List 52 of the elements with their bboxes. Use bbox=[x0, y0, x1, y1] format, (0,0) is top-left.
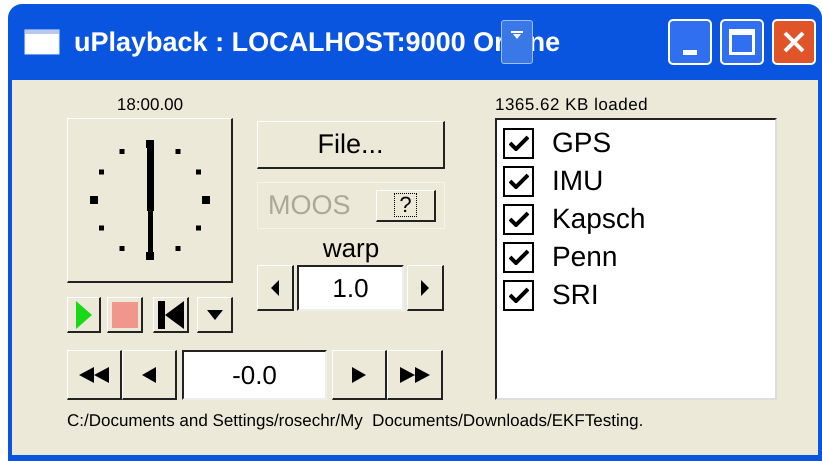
left-arrow-icon bbox=[142, 366, 156, 382]
left-arrow-icon bbox=[271, 280, 279, 296]
clock-time: 18:00.00 bbox=[116, 94, 184, 116]
right-arrow-icon bbox=[421, 280, 429, 296]
check-icon bbox=[508, 287, 528, 303]
checkbox[interactable] bbox=[503, 128, 534, 158]
check-icon bbox=[508, 249, 528, 265]
rewind-to-start-button[interactable] bbox=[153, 297, 189, 333]
warp-label: warp bbox=[322, 232, 380, 265]
window-icon bbox=[24, 29, 60, 55]
skip-back-icon bbox=[158, 300, 184, 328]
maximize-icon bbox=[729, 29, 755, 55]
stop-button[interactable] bbox=[107, 297, 143, 333]
step-forward-button[interactable] bbox=[332, 350, 387, 400]
dropdown-button[interactable] bbox=[500, 20, 533, 64]
fast-rewind-button[interactable] bbox=[67, 350, 122, 400]
window-title: uPlayback : LOCALHOST:9000 Or bbox=[74, 26, 505, 59]
check-icon bbox=[508, 135, 528, 151]
step-back-button[interactable] bbox=[122, 350, 177, 400]
file-button[interactable]: File... bbox=[257, 121, 445, 169]
increase-button[interactable] bbox=[407, 265, 444, 311]
source-label: Penn bbox=[552, 240, 618, 274]
source-label: Kapsch bbox=[552, 202, 646, 236]
decrease-button[interactable] bbox=[257, 265, 294, 311]
play-button[interactable] bbox=[67, 297, 101, 333]
loaded-label: 1365.62 KB loaded bbox=[495, 94, 650, 116]
checkbox[interactable] bbox=[503, 280, 534, 310]
check-icon bbox=[508, 173, 528, 189]
minimize-button[interactable] bbox=[668, 19, 712, 65]
check-icon bbox=[508, 211, 528, 227]
source-label: SRI bbox=[552, 278, 599, 312]
fast-rewind-icon bbox=[79, 366, 109, 382]
checkbox[interactable] bbox=[503, 204, 534, 234]
warp-field[interactable]: 1.0 bbox=[297, 265, 404, 311]
caret-icon bbox=[510, 31, 523, 39]
checkbox[interactable] bbox=[503, 166, 534, 196]
menu-dropdown-button[interactable] bbox=[197, 297, 233, 333]
time-offset-field[interactable]: -0.0 bbox=[182, 350, 327, 400]
minimize-icon bbox=[683, 50, 697, 55]
checkbox[interactable] bbox=[503, 242, 534, 272]
close-icon bbox=[782, 30, 806, 54]
stop-icon bbox=[112, 302, 138, 328]
maximize-button[interactable] bbox=[720, 19, 764, 65]
fast-forward-button[interactable] bbox=[387, 350, 443, 400]
caret-icon bbox=[206, 310, 222, 320]
file-path: C:/Documents and Settings/rosechr/My Documents/Downloads/EKFTesting. bbox=[67, 410, 644, 432]
source-label: IMU bbox=[552, 164, 604, 198]
close-button[interactable] bbox=[772, 19, 816, 65]
play-icon bbox=[76, 300, 92, 328]
right-arrow-icon bbox=[352, 366, 366, 382]
fast-forward-icon bbox=[400, 366, 430, 382]
source-label: GPS bbox=[552, 126, 612, 160]
